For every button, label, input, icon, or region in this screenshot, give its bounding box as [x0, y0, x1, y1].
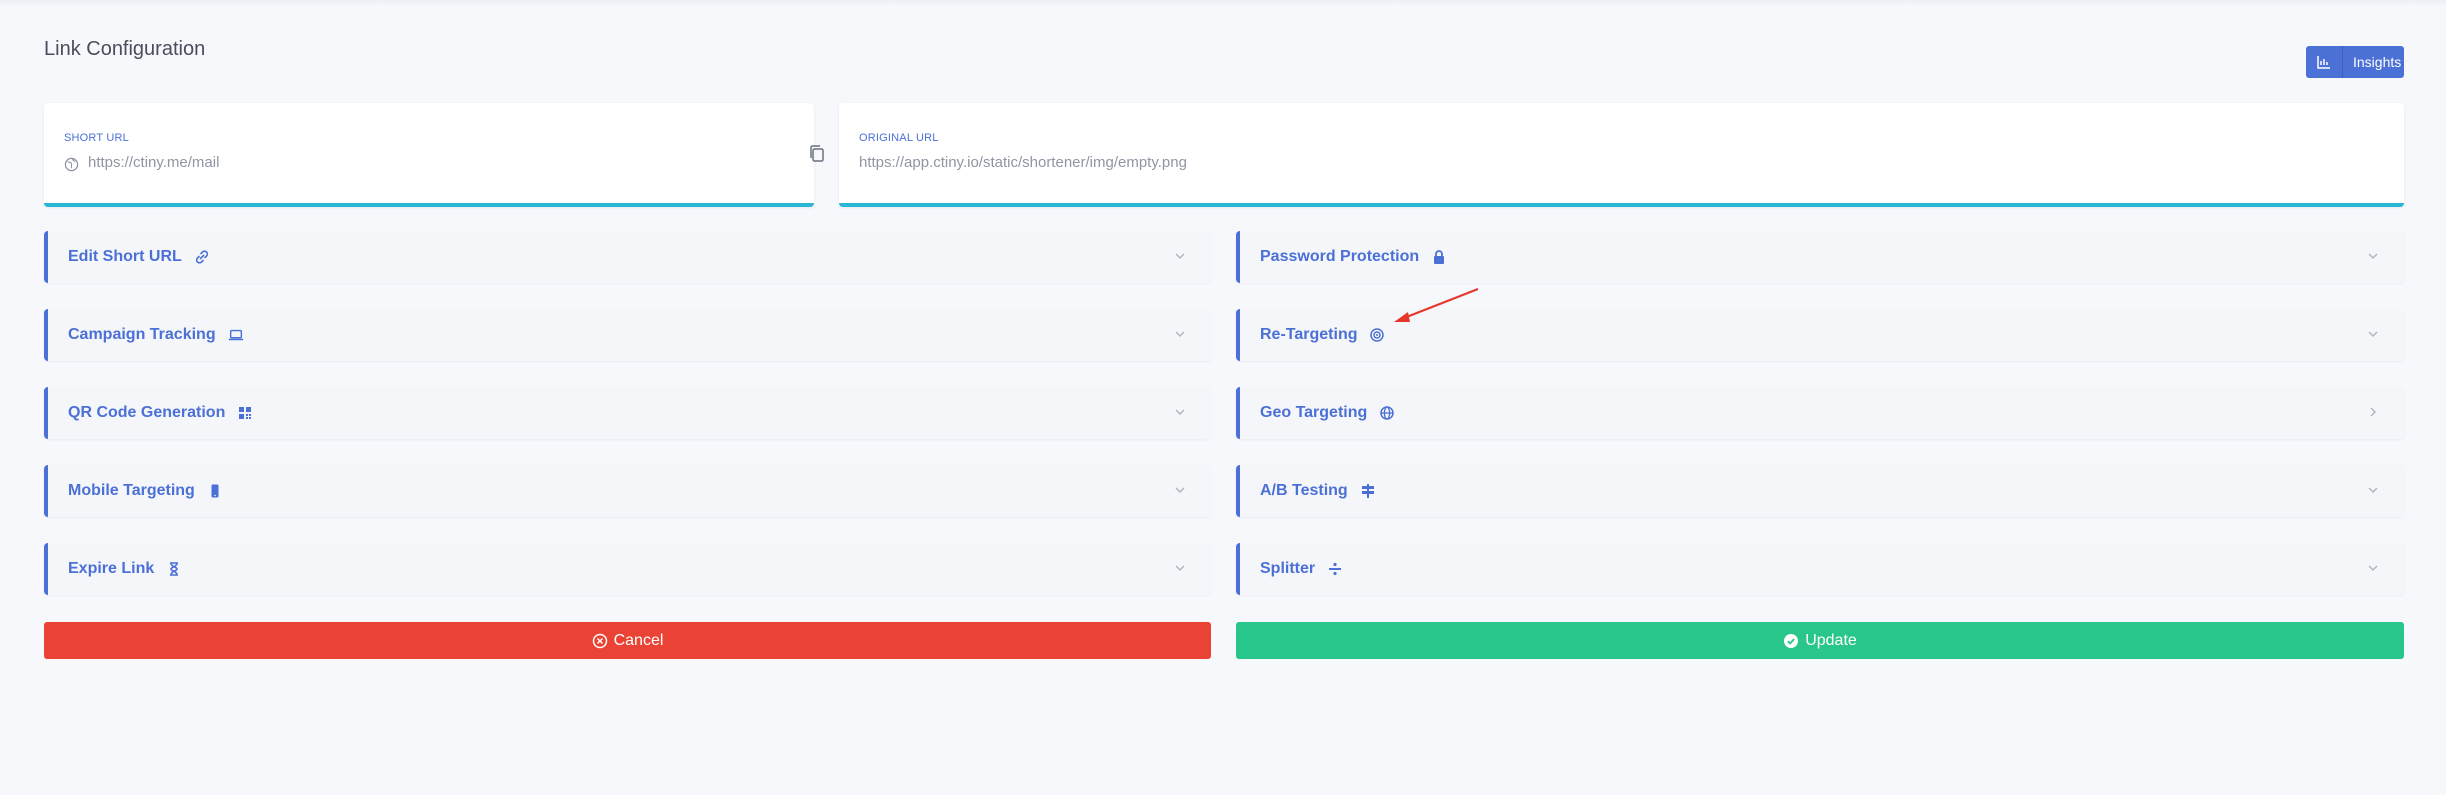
page-title: Link Configuration [44, 38, 206, 60]
cancel-label: Cancel [613, 631, 664, 649]
copy-icon[interactable] [808, 144, 826, 164]
section-title: Edit Short URL [68, 248, 182, 265]
chart-icon [2316, 54, 2332, 70]
chevron-down-icon[interactable] [1173, 561, 1187, 575]
section-title: QR Code Generation [68, 404, 226, 421]
section-title: Re-Targeting [1260, 326, 1358, 343]
cancel-button[interactable]: Cancel [44, 622, 1211, 659]
insights-label: Insights [2353, 54, 2402, 70]
section-expire-link[interactable]: Expire Link [44, 543, 1211, 595]
chevron-down-icon[interactable] [2366, 561, 2380, 575]
original-url-label: ORIGINAL URL [859, 132, 939, 144]
mobile-icon [207, 483, 223, 499]
section-title: A/B Testing [1260, 482, 1348, 499]
update-button[interactable]: Update [1236, 622, 2404, 659]
section-password-protection[interactable]: Password Protection [1236, 231, 2404, 283]
signs-icon [1360, 483, 1376, 499]
section-qr-code-generation[interactable]: QR Code Generation [44, 387, 1211, 439]
short-url-value: https://ctiny.me/mail [88, 154, 220, 171]
chevron-down-icon[interactable] [2366, 249, 2380, 263]
divide-icon [1327, 561, 1343, 577]
chevron-down-icon[interactable] [1173, 405, 1187, 419]
chevron-down-icon[interactable] [2366, 483, 2380, 497]
short-url-label: SHORT URL [64, 132, 129, 144]
chevron-down-icon[interactable] [1173, 327, 1187, 341]
section-title: Password Protection [1260, 248, 1420, 265]
section-edit-short-url[interactable]: Edit Short URL [44, 231, 1211, 283]
hourglass-icon [166, 561, 182, 577]
short-url-card: SHORT URL https://ctiny.me/mail [44, 103, 824, 207]
annotation-arrow [1394, 287, 1479, 322]
insights-button[interactable]: Insights [2306, 46, 2404, 78]
chevron-right-icon[interactable] [2366, 405, 2380, 419]
section-title: Splitter [1260, 560, 1316, 577]
chevron-down-icon[interactable] [1173, 249, 1187, 263]
chevron-down-icon[interactable] [1173, 483, 1187, 497]
button-separator [2342, 46, 2343, 78]
section-title: Mobile Targeting [68, 482, 195, 499]
laptop-icon [228, 327, 244, 343]
section-title: Campaign Tracking [68, 326, 216, 343]
times-circle-icon [592, 633, 608, 649]
top-shadow [0, 0, 2446, 6]
link-icon [194, 249, 210, 265]
globe-icon [64, 157, 79, 172]
original-url-value: https://app.ctiny.io/static/shortener/im… [859, 154, 1187, 171]
section-mobile-targeting[interactable]: Mobile Targeting [44, 465, 1211, 517]
chevron-down-icon[interactable] [2366, 327, 2380, 341]
section-title: Geo Targeting [1260, 404, 1368, 421]
original-url-card: ORIGINAL URL https://app.ctiny.io/static… [839, 103, 2404, 207]
section-splitter[interactable]: Splitter [1236, 543, 2404, 595]
bullseye-icon [1369, 327, 1385, 343]
qrcode-icon [237, 405, 253, 421]
section-ab-testing[interactable]: A/B Testing [1236, 465, 2404, 517]
globe-icon [1379, 405, 1395, 421]
section-title: Expire Link [68, 560, 155, 577]
update-label: Update [1805, 631, 1857, 649]
lock-icon [1431, 249, 1447, 265]
check-circle-icon [1783, 633, 1799, 649]
section-campaign-tracking[interactable]: Campaign Tracking [44, 309, 1211, 361]
section-geo-targeting[interactable]: Geo Targeting [1236, 387, 2404, 439]
